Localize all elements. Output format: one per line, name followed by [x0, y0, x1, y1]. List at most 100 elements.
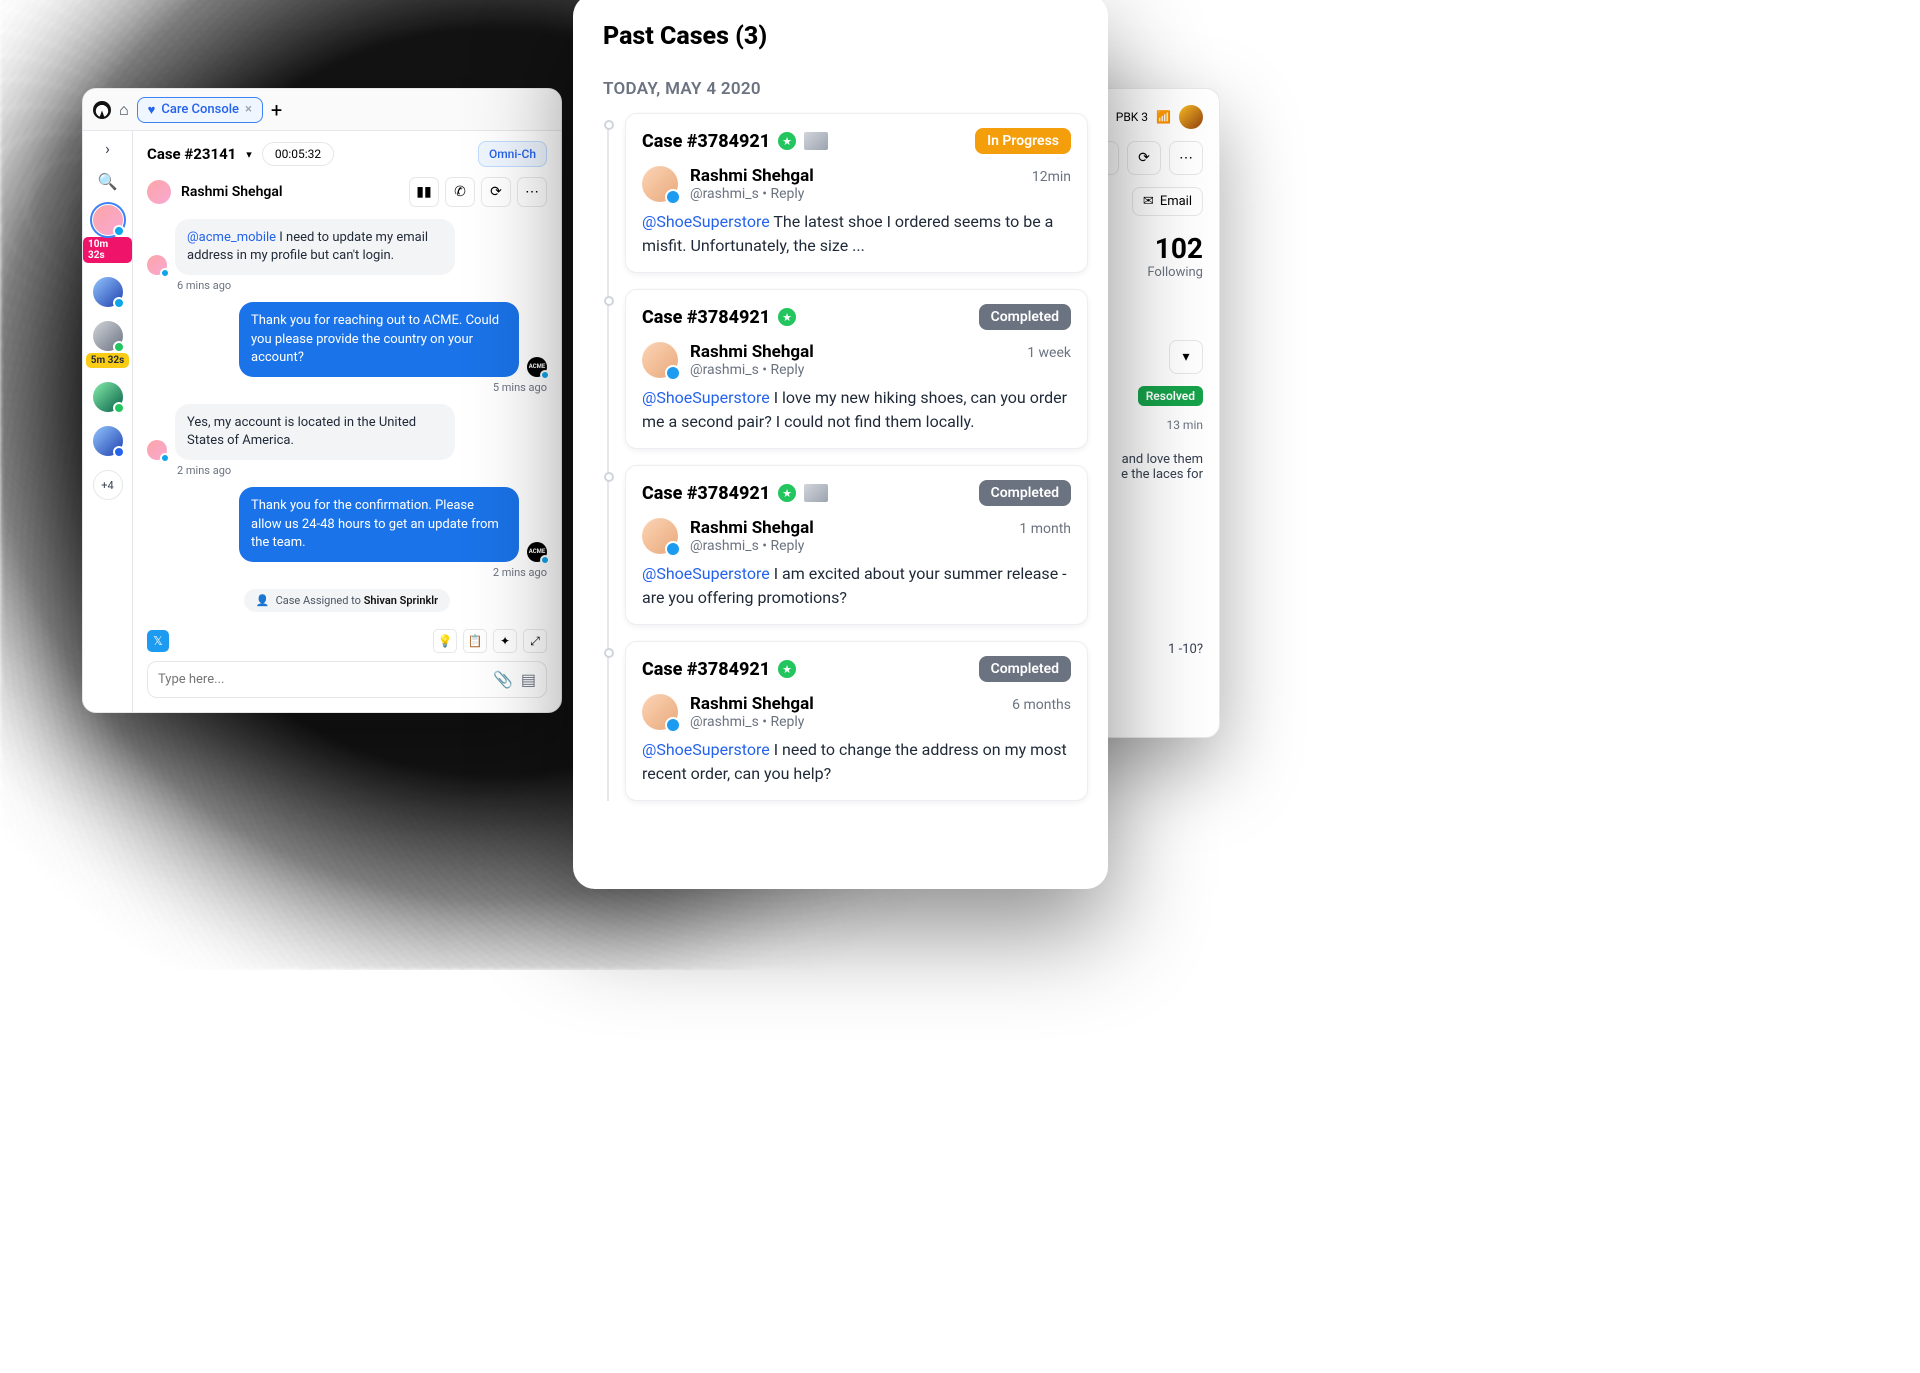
- agent-avatar: ACME: [527, 357, 547, 377]
- message-out: Thank you for the confirmation. Please a…: [239, 487, 519, 562]
- sender-avatar: [147, 255, 167, 275]
- tab-label: Care Console: [161, 102, 239, 117]
- compose-box[interactable]: 📎 ▤: [147, 661, 547, 698]
- leaf-icon[interactable]: ✦: [493, 629, 517, 653]
- contact-avatar[interactable]: [147, 180, 171, 204]
- network-label: PBK 3: [1116, 110, 1148, 124]
- search-icon[interactable]: 🔍: [98, 172, 118, 191]
- author-avatar: [642, 342, 678, 378]
- resolved-badge: Resolved: [1138, 386, 1203, 406]
- author-handle[interactable]: @rashmi_s • Reply: [690, 714, 1071, 730]
- conversation-avatar[interactable]: [93, 321, 123, 351]
- author-name: Rashmi Shehgal: [690, 342, 814, 362]
- chat-scroll[interactable]: @acme_mobile I need to update my email a…: [133, 215, 561, 621]
- omni-channel-button[interactable]: Omni-Ch: [478, 141, 547, 167]
- case-age: 1 month: [1019, 521, 1071, 537]
- case-status-badge: Completed: [979, 304, 1071, 330]
- author-name: Rashmi Shehgal: [690, 694, 814, 714]
- case-preview-text: @ShoeSuperstore I need to change the add…: [642, 738, 1071, 786]
- case-id: Case #3784921: [642, 307, 770, 328]
- author-handle[interactable]: @rashmi_s • Reply: [690, 186, 1071, 202]
- filter-icon[interactable]: ▾: [1169, 340, 1203, 374]
- past-case-card[interactable]: Case #3784921★CompletedRashmi Shehgal6 m…: [625, 641, 1088, 801]
- conversation-sidebar: › 🔍 10m 32s 5m 32s +4: [83, 89, 133, 712]
- message-in: Yes, my account is located in the United…: [175, 404, 455, 460]
- past-case-card[interactable]: Case #3784921★CompletedRashmi Shehgal1 m…: [625, 465, 1088, 625]
- home-icon[interactable]: ⌂: [119, 100, 129, 120]
- message-time: 2 mins ago: [147, 566, 547, 579]
- refresh-icon[interactable]: ⟳: [1127, 141, 1161, 175]
- twitter-icon[interactable]: 𝕏: [147, 630, 169, 652]
- heart-icon: ♥: [148, 102, 156, 118]
- timeline-dot-icon: [604, 120, 614, 130]
- conversation-avatar-active[interactable]: [93, 205, 123, 235]
- contact-name: Rashmi Shehgal: [181, 184, 283, 200]
- expand-icon[interactable]: ⤢: [523, 629, 547, 653]
- past-case-card[interactable]: Case #3784921 ★ In Progress Rashmi Shehgal 1…: [625, 113, 1088, 273]
- past-cases-panel: Past Cases (3) TODAY, MAY 4 2020 Case #3…: [573, 0, 1108, 889]
- email-button[interactable]: ✉ Email: [1132, 187, 1203, 216]
- author-handle[interactable]: @rashmi_s • Reply: [690, 362, 1071, 378]
- message-time: 5 mins ago: [147, 381, 547, 394]
- more-icon[interactable]: ⋯: [517, 177, 547, 207]
- window-topbar: ⌂ ♥ Care Console × +: [83, 89, 561, 131]
- author-name: Rashmi Shehgal: [690, 166, 814, 186]
- star-icon: ★: [778, 484, 796, 502]
- author-name: Rashmi Shehgal: [690, 518, 814, 538]
- attachment-icon[interactable]: 📎: [493, 670, 513, 689]
- conversation-avatar[interactable]: [93, 277, 123, 307]
- case-id: Case #3784921: [642, 659, 770, 680]
- author-avatar: [642, 694, 678, 730]
- case-age: 1 week: [1027, 345, 1071, 361]
- chat-window: ⌂ ♥ Care Console × + › 🔍 10m 32s 5m 32s …: [82, 88, 562, 713]
- chevron-right-icon[interactable]: ›: [105, 139, 110, 158]
- case-thumbnail: [804, 484, 828, 502]
- bulb-icon[interactable]: 💡: [433, 629, 457, 653]
- star-icon: ★: [778, 308, 796, 326]
- case-thumbnail: [804, 132, 828, 150]
- more-conversations[interactable]: +4: [93, 470, 123, 500]
- timeline-dot-icon: [604, 472, 614, 482]
- assignment-notice: 👤 Case Assigned to Shivan Sprinklr: [147, 589, 547, 612]
- refresh-icon[interactable]: ⟳: [481, 177, 511, 207]
- panel-title: Past Cases (3): [603, 22, 1088, 51]
- person-icon: 👤: [256, 594, 270, 607]
- agent-avatar: ACME: [527, 542, 547, 562]
- wifi-icon: 📶: [1156, 110, 1171, 124]
- star-icon: ★: [778, 660, 796, 678]
- add-tab-button[interactable]: +: [271, 98, 282, 122]
- case-status-badge: Completed: [979, 480, 1071, 506]
- compose-input[interactable]: [158, 672, 485, 687]
- care-console-tab[interactable]: ♥ Care Console ×: [137, 97, 263, 123]
- phone-icon[interactable]: ✆: [445, 177, 475, 207]
- case-status-badge: In Progress: [975, 128, 1071, 154]
- user-avatar[interactable]: [1179, 105, 1203, 129]
- case-timer: 00:05:32: [262, 142, 334, 166]
- case-preview-text: @ShoeSuperstore I am excited about your …: [642, 562, 1071, 610]
- more-icon[interactable]: ⋯: [1169, 141, 1203, 175]
- timer-badge: 10m 32s: [83, 237, 132, 263]
- app-logo-icon[interactable]: [93, 101, 111, 119]
- note-icon[interactable]: 📋: [463, 629, 487, 653]
- timer-badge: 5m 32s: [86, 353, 130, 368]
- video-icon[interactable]: ▮▮: [409, 177, 439, 207]
- conversation-avatar[interactable]: [93, 382, 123, 412]
- close-tab-icon[interactable]: ×: [245, 102, 252, 117]
- star-icon: ★: [778, 132, 796, 150]
- conversation-avatar[interactable]: [93, 426, 123, 456]
- past-case-card[interactable]: Case #3784921 ★ Completed Rashmi Shehgal 1 w…: [625, 289, 1088, 449]
- template-icon[interactable]: ▤: [521, 670, 536, 689]
- case-age: 12min: [1032, 169, 1071, 185]
- author-handle[interactable]: @rashmi_s • Reply: [690, 538, 1071, 554]
- timeline-dot-icon: [604, 648, 614, 658]
- resolved-time: 13 min: [1166, 418, 1203, 432]
- case-id: Case #3784921: [642, 131, 770, 152]
- case-title: Case #23141: [147, 145, 236, 163]
- chevron-down-icon[interactable]: ▾: [246, 148, 252, 161]
- timeline-dot-icon: [604, 296, 614, 306]
- message-out: Thank you for reaching out to ACME. Coul…: [239, 302, 519, 377]
- message-time: 2 mins ago: [177, 464, 547, 477]
- message-in: @acme_mobile I need to update my email a…: [175, 219, 455, 275]
- case-status-badge: Completed: [979, 656, 1071, 682]
- panel-date: TODAY, MAY 4 2020: [603, 79, 1088, 99]
